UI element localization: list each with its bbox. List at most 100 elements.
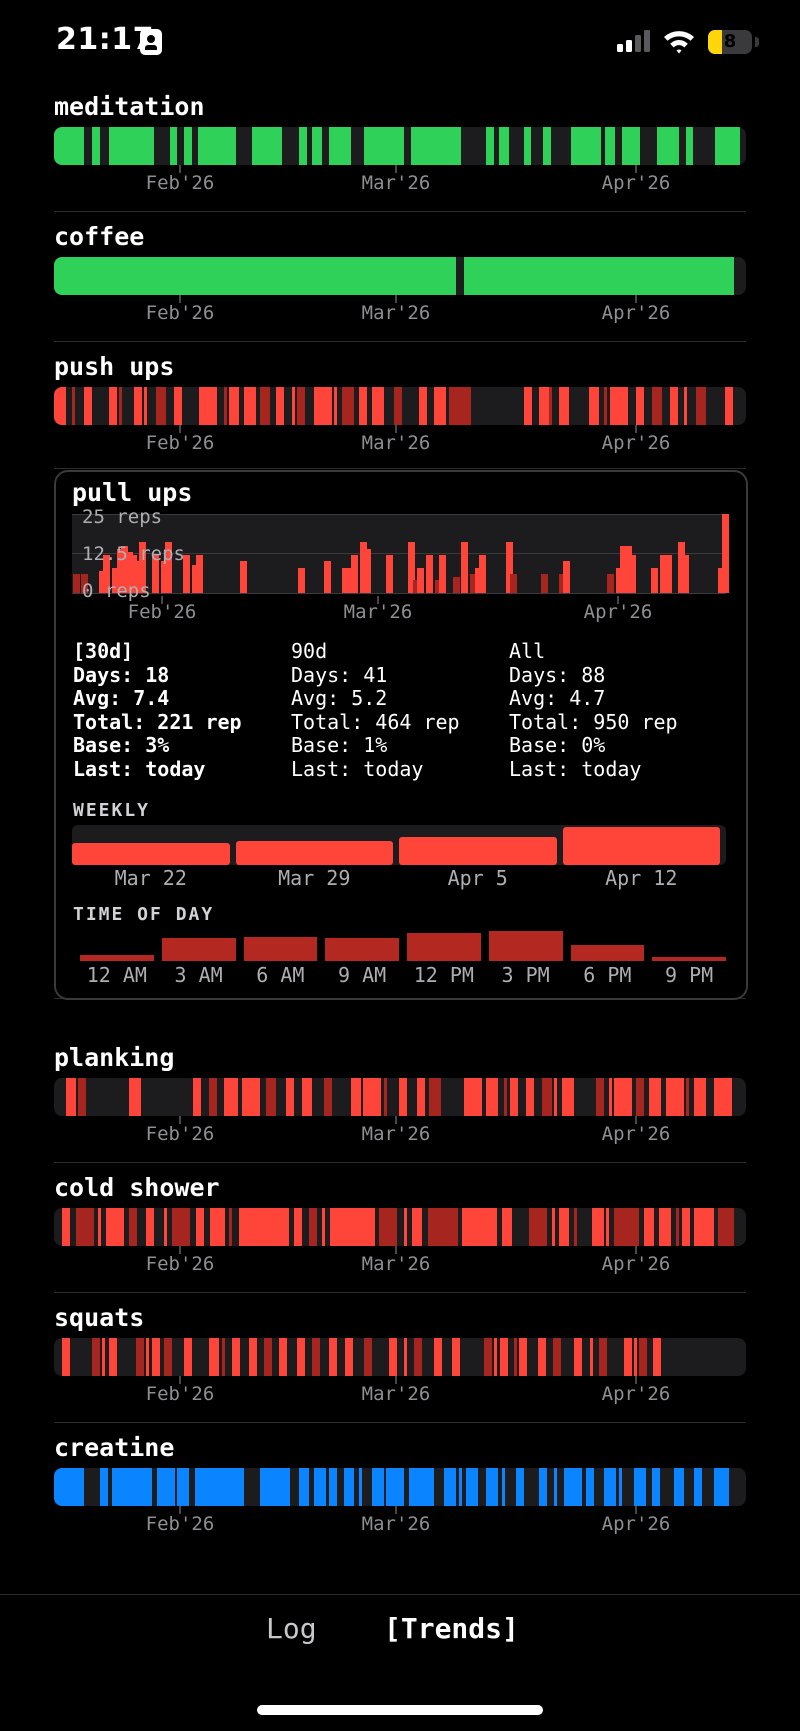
habit-day-mark xyxy=(404,1208,407,1246)
habit-day-mark xyxy=(199,387,217,425)
time-of-day-label: 9 PM xyxy=(665,963,714,987)
stat-avg: Avg: 7.4 xyxy=(73,686,170,710)
habit-day-mark xyxy=(260,1468,290,1506)
month-label: Mar'26 xyxy=(361,172,431,194)
habit-day-mark xyxy=(198,127,236,165)
habit-name-creatine[interactable]: creatine xyxy=(54,1433,174,1462)
habit-separator xyxy=(54,1422,746,1423)
habit-name-meditation[interactable]: meditation xyxy=(54,92,205,121)
time-of-day-label: 6 AM xyxy=(256,963,305,987)
habit-day-mark xyxy=(636,1078,644,1116)
time-of-day-label: 9 AM xyxy=(338,963,387,987)
habit-day-mark xyxy=(694,1078,706,1116)
time-of-day-bar xyxy=(488,931,563,961)
habit-day-mark xyxy=(542,1078,552,1116)
habit-day-mark xyxy=(286,1078,294,1116)
habit-day-mark xyxy=(329,127,351,165)
habit-day-mark xyxy=(312,1338,320,1376)
habit-day-mark xyxy=(586,1468,594,1506)
habit-day-mark xyxy=(552,1208,555,1246)
habit-separator xyxy=(54,341,746,342)
habit-day-mark xyxy=(564,1468,582,1506)
habit-strip-coffee[interactable] xyxy=(54,257,746,295)
month-label: Apr'26 xyxy=(601,1383,671,1405)
habit-day-mark xyxy=(599,1338,607,1376)
habit-strip-cold-shower[interactable] xyxy=(54,1208,746,1246)
habit-day-mark xyxy=(345,1338,353,1376)
tab-bar-divider xyxy=(0,1594,800,1595)
stats-column-90d[interactable]: 90d Days: 41 Avg: 5.2 Total: 464 rep Bas… xyxy=(291,639,460,781)
habit-day-mark xyxy=(414,1338,422,1376)
habit-name-coffee[interactable]: coffee xyxy=(54,222,144,251)
habit-strip-planking[interactable] xyxy=(54,1078,746,1116)
habit-day-mark xyxy=(54,387,66,425)
habit-day-mark xyxy=(464,257,734,295)
habit-day-mark xyxy=(694,1468,702,1506)
habit-day-mark xyxy=(84,387,92,425)
month-label: Feb'26 xyxy=(145,1513,215,1535)
habit-day-mark xyxy=(606,1208,609,1246)
habit-day-mark xyxy=(364,1338,372,1376)
stats-col-title: [30d] xyxy=(73,639,134,663)
habit-day-mark xyxy=(605,127,615,165)
habit-name-cold-shower[interactable]: cold shower xyxy=(54,1173,220,1202)
habit-day-mark xyxy=(682,1208,690,1246)
habit-day-mark xyxy=(109,1338,117,1376)
habit-day-mark xyxy=(514,1338,517,1376)
stat-total: Total: 221 rep xyxy=(73,709,242,734)
habit-strip-squats[interactable] xyxy=(54,1338,746,1376)
month-label: Apr'26 xyxy=(601,172,671,194)
habit-day-mark xyxy=(684,387,687,425)
habit-day-mark xyxy=(539,1468,547,1506)
habit-day-mark xyxy=(609,1078,612,1116)
time-of-day-bar xyxy=(407,933,481,961)
habit-day-mark xyxy=(657,127,679,165)
habit-day-mark xyxy=(486,1468,498,1506)
habit-day-mark xyxy=(644,1208,654,1246)
habit-strip-meditation[interactable] xyxy=(54,127,746,165)
habit-day-mark xyxy=(592,1208,604,1246)
habit-day-mark xyxy=(78,1078,86,1116)
habit-day-mark xyxy=(614,1208,639,1246)
habit-name-squats[interactable]: squats xyxy=(54,1303,144,1332)
habit-day-mark xyxy=(452,1338,460,1376)
habit-day-mark xyxy=(604,387,607,425)
stat-avg: Avg: 4.7 xyxy=(509,686,606,710)
status-bar: 21:17 8 xyxy=(0,0,800,86)
habit-day-mark xyxy=(714,1078,732,1116)
reps-bar xyxy=(682,555,690,593)
tab-log[interactable]: Log xyxy=(266,1612,317,1645)
habit-day-mark xyxy=(574,1338,582,1376)
stat-days: Days: 41 xyxy=(291,662,388,687)
stats-column-30d[interactable]: [30d] Days: 18 Avg: 7.4 Total: 221 rep B… xyxy=(73,639,242,781)
reps-bar xyxy=(240,561,248,593)
habit-name-planking[interactable]: planking xyxy=(54,1043,174,1072)
reps-bar xyxy=(664,555,672,593)
habit-day-mark xyxy=(434,387,446,425)
reps-bar xyxy=(324,561,332,593)
wifi-icon xyxy=(664,31,694,54)
time-of-day-label: 12 AM xyxy=(86,963,147,987)
month-label: Apr'26 xyxy=(601,1513,671,1535)
stat-days: Days: 18 xyxy=(73,662,170,687)
reps-bar xyxy=(509,574,518,593)
habit-day-mark xyxy=(164,1208,167,1246)
habit-day-mark xyxy=(276,387,284,425)
battery-level: 8 xyxy=(723,31,737,52)
y-label-max: 25 reps xyxy=(82,506,163,528)
habit-day-mark xyxy=(494,1338,497,1376)
habit-day-mark xyxy=(434,1338,442,1376)
weekly-heading: WEEKLY xyxy=(73,800,151,821)
home-indicator[interactable] xyxy=(257,1705,543,1715)
stats-column-all[interactable]: All Days: 88 Avg: 4.7 Total: 950 rep Bas… xyxy=(509,639,678,781)
reps-bar xyxy=(651,567,659,593)
habit-day-mark xyxy=(674,1468,684,1506)
habit-strip-creatine[interactable] xyxy=(54,1468,746,1506)
habit-strip-push-ups[interactable] xyxy=(54,387,746,425)
habit-day-mark xyxy=(72,387,75,425)
stat-last: Last: today xyxy=(509,756,642,781)
month-label: Apr'26 xyxy=(601,432,671,454)
weekly-label: Mar 29 xyxy=(278,866,351,890)
tab-trends[interactable]: [Trends] xyxy=(384,1612,519,1645)
habit-name-push-ups[interactable]: push ups xyxy=(54,352,174,381)
